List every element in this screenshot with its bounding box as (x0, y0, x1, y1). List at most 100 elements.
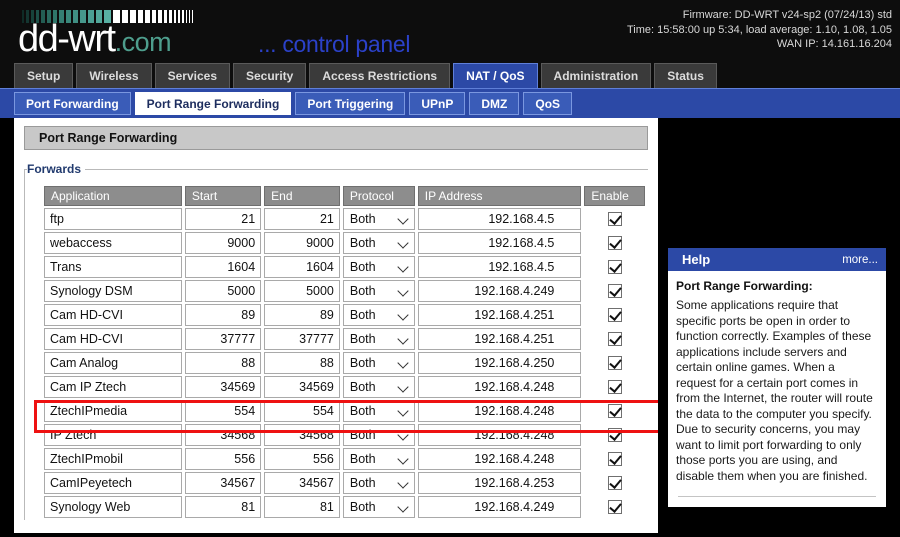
help-more-link[interactable]: more... (842, 254, 878, 266)
ip-address-input[interactable] (417, 496, 582, 518)
tab-services[interactable]: Services (154, 63, 230, 88)
protocol-select[interactable]: Both (342, 376, 415, 398)
ip-address-input[interactable] (417, 472, 582, 494)
ip-address-input[interactable] (417, 232, 582, 254)
sub-tab-bar: Port Forwarding Port Range Forwarding Port… (0, 88, 900, 118)
enable-checkbox[interactable] (607, 355, 622, 370)
end-port-input[interactable] (264, 376, 340, 398)
subtab-dmz[interactable]: DMZ (469, 92, 520, 115)
end-port-input[interactable] (264, 208, 340, 230)
ip-address-input[interactable] (417, 448, 582, 470)
ip-address-input[interactable] (417, 400, 582, 422)
protocol-select[interactable]: Both (342, 424, 415, 446)
tab-security[interactable]: Security (233, 63, 307, 88)
end-port-input[interactable] (264, 448, 340, 470)
application-input[interactable] (44, 280, 182, 302)
start-port-input[interactable] (184, 280, 262, 302)
tab-setup[interactable]: Setup (14, 63, 74, 88)
barcode-bar (174, 10, 176, 23)
protocol-select[interactable]: Both (342, 256, 415, 278)
protocol-select[interactable]: Both (342, 208, 415, 230)
tab-nat-qos[interactable]: NAT / QoS (453, 63, 538, 88)
start-port-input[interactable] (184, 496, 262, 518)
start-port-input[interactable] (184, 472, 262, 494)
enable-checkbox[interactable] (607, 283, 622, 298)
start-port-input[interactable] (184, 328, 262, 350)
application-input[interactable] (44, 352, 182, 374)
ip-address-input[interactable] (417, 208, 582, 230)
protocol-select[interactable]: Both (342, 280, 415, 302)
protocol-select[interactable]: Both (342, 304, 415, 326)
enable-checkbox[interactable] (607, 427, 622, 442)
end-port-input[interactable] (264, 280, 340, 302)
application-input[interactable] (44, 232, 182, 254)
end-port-input[interactable] (264, 400, 340, 422)
application-input[interactable] (44, 400, 182, 422)
ip-address-input[interactable] (417, 376, 582, 398)
start-port-input[interactable] (184, 448, 262, 470)
end-port-input[interactable] (264, 496, 340, 518)
tab-wireless[interactable]: Wireless (76, 63, 152, 88)
enable-checkbox[interactable] (607, 403, 622, 418)
end-port-input[interactable] (264, 424, 340, 446)
subtab-upnp[interactable]: UPnP (409, 92, 466, 115)
chevron-down-icon (397, 213, 409, 225)
application-input[interactable] (44, 448, 182, 470)
ip-address-input[interactable] (417, 328, 582, 350)
ip-address-input[interactable] (417, 280, 582, 302)
end-port-input[interactable] (264, 352, 340, 374)
cell-protocol-select: Both (342, 208, 415, 230)
end-port-input[interactable] (264, 472, 340, 494)
subtab-port-forwarding[interactable]: Port Forwarding (14, 92, 131, 115)
enable-checkbox[interactable] (607, 235, 622, 250)
ip-address-input[interactable] (417, 352, 582, 374)
application-input[interactable] (44, 424, 182, 446)
subtab-port-triggering[interactable]: Port Triggering (295, 92, 406, 115)
enable-checkbox[interactable] (607, 379, 622, 394)
protocol-select[interactable]: Both (342, 232, 415, 254)
start-port-input[interactable] (184, 400, 262, 422)
ip-address-input[interactable] (417, 304, 582, 326)
protocol-select[interactable]: Both (342, 448, 415, 470)
tab-status[interactable]: Status (654, 63, 717, 88)
enable-checkbox[interactable] (607, 475, 622, 490)
subtab-qos[interactable]: QoS (523, 92, 573, 115)
protocol-select[interactable]: Both (342, 328, 415, 350)
application-input[interactable] (44, 304, 182, 326)
protocol-select[interactable]: Both (342, 472, 415, 494)
application-input[interactable] (44, 208, 182, 230)
enable-checkbox[interactable] (607, 307, 622, 322)
start-port-input[interactable] (184, 352, 262, 374)
end-port-input[interactable] (264, 304, 340, 326)
end-port-input[interactable] (264, 232, 340, 254)
application-input[interactable] (44, 328, 182, 350)
start-port-input[interactable] (184, 256, 262, 278)
application-input[interactable] (44, 256, 182, 278)
barcode-bar (192, 10, 193, 23)
enable-checkbox[interactable] (607, 211, 622, 226)
ip-address-input[interactable] (417, 424, 582, 446)
tab-administration[interactable]: Administration (540, 63, 652, 88)
start-port-input[interactable] (184, 376, 262, 398)
enable-checkbox[interactable] (607, 331, 622, 346)
protocol-select[interactable]: Both (342, 400, 415, 422)
start-port-input[interactable] (184, 304, 262, 326)
end-port-input[interactable] (264, 256, 340, 278)
enable-checkbox[interactable] (607, 259, 622, 274)
protocol-select[interactable]: Both (342, 496, 415, 518)
application-input[interactable] (44, 496, 182, 518)
tab-access-restrictions[interactable]: Access Restrictions (309, 63, 451, 88)
enable-checkbox[interactable] (607, 451, 622, 466)
enable-checkbox[interactable] (607, 499, 622, 514)
start-port-input[interactable] (184, 232, 262, 254)
start-port-input[interactable] (184, 208, 262, 230)
cell-protocol-select: Both (342, 256, 415, 278)
application-input[interactable] (44, 472, 182, 494)
ip-address-input[interactable] (417, 256, 582, 278)
end-port-input[interactable] (264, 328, 340, 350)
chevron-down-icon (397, 429, 409, 441)
subtab-port-range-forwarding[interactable]: Port Range Forwarding (134, 92, 292, 115)
start-port-input[interactable] (184, 424, 262, 446)
application-input[interactable] (44, 376, 182, 398)
protocol-select[interactable]: Both (342, 352, 415, 374)
